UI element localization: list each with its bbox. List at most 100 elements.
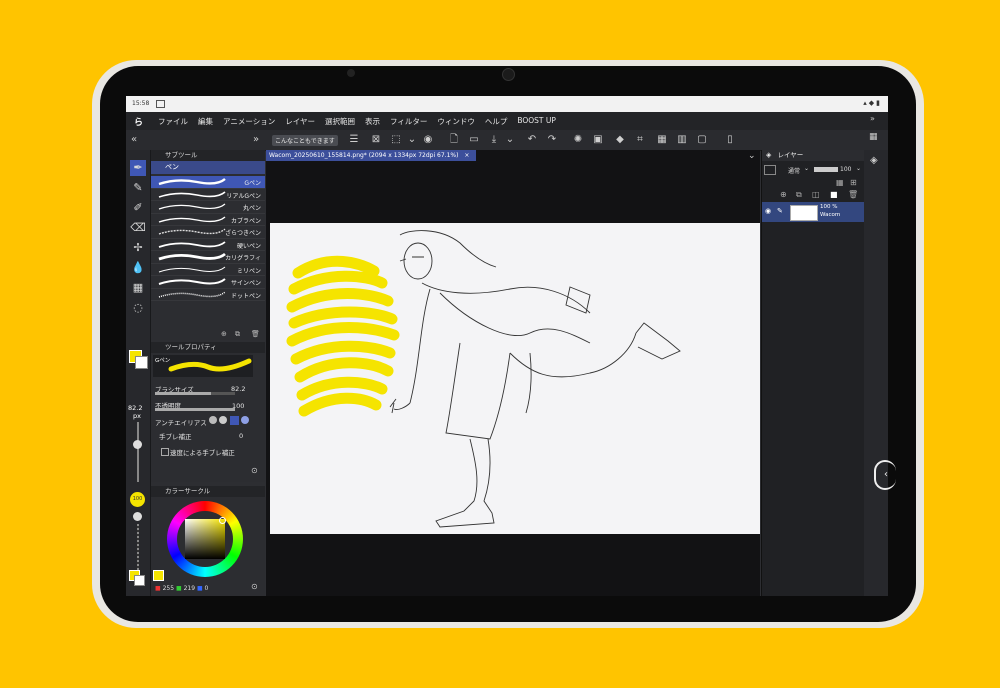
sub-color-swatch-small[interactable]	[134, 575, 145, 586]
redo-icon[interactable]: ↷	[546, 134, 558, 146]
menu-item-file[interactable]: ファイル	[158, 116, 188, 127]
app-logo-icon[interactable]: ら	[134, 115, 143, 128]
menu-item-animation[interactable]: アニメーション	[223, 116, 275, 127]
opacity-slider-knob[interactable]	[133, 512, 142, 521]
deselect-icon[interactable]: ▢	[696, 134, 708, 146]
brush-item-real-g-pen[interactable]: リアルGペン	[151, 189, 265, 201]
lasso-icon[interactable]: ◌	[130, 300, 146, 316]
undo-icon[interactable]: ↶	[526, 134, 538, 146]
menu-item-view[interactable]: 表示	[365, 116, 380, 127]
opacity-bar[interactable]	[155, 408, 235, 411]
hamburger-menu-icon[interactable]: ☰	[348, 134, 360, 146]
layer-opacity-value[interactable]: 100	[840, 166, 851, 173]
antialias-strong-icon[interactable]	[241, 416, 249, 424]
eraser-icon[interactable]: ⌫	[130, 220, 146, 236]
color-picker-knob[interactable]	[219, 517, 226, 524]
chevron-down-icon[interactable]: ⌄	[804, 165, 809, 172]
chevron-down-icon[interactable]: ⌄	[504, 134, 516, 146]
saturation-value-square[interactable]	[185, 519, 225, 559]
select-all-icon[interactable]: ▥	[676, 134, 688, 146]
opacity-slider[interactable]	[137, 524, 139, 574]
marker-icon[interactable]: ✐	[130, 200, 146, 216]
blend-mode-select[interactable]: 通常	[788, 166, 800, 175]
eye-icon[interactable]: ◉	[422, 134, 434, 146]
trash-icon[interactable]: 🗑	[848, 190, 858, 199]
menu-item-window[interactable]: ウィンドウ	[437, 116, 475, 127]
antialias-none-icon[interactable]	[209, 416, 217, 424]
add-icon[interactable]: ⊕	[221, 330, 227, 338]
chevron-down-icon[interactable]: ⌄	[748, 151, 756, 161]
pen-icon[interactable]: ✒	[130, 160, 146, 176]
menu-item-boost-up[interactable]: BOOST UP	[517, 116, 556, 127]
pen-icon[interactable]: ✎	[777, 207, 783, 215]
new-canvas-icon[interactable]: ⊠	[370, 134, 382, 146]
fill-icon[interactable]: 💧	[130, 260, 146, 276]
settings-icon[interactable]: ⊙	[251, 582, 258, 591]
pencil-icon[interactable]: ✎	[130, 180, 146, 196]
brush-item-kabura-pen[interactable]: カブラペン	[151, 214, 265, 226]
brush-item-g-pen[interactable]: Gペン	[151, 176, 265, 189]
stabilize-value[interactable]: 0	[239, 432, 243, 440]
menu-item-help[interactable]: ヘルプ	[485, 116, 508, 127]
brush-item-milli-pen[interactable]: ミリペン	[151, 264, 265, 276]
brush-item-round-pen[interactable]: 丸ペン	[151, 201, 265, 214]
document-tab[interactable]: Wacom_20250610_155814.png* (2094 x 1334p…	[266, 150, 476, 161]
layer-color-icon[interactable]	[764, 165, 776, 175]
antialias-medium-icon[interactable]	[230, 416, 239, 425]
double-chevron-right-icon[interactable]: »	[250, 134, 262, 146]
brush-item-sign-pen[interactable]: サインペン	[151, 276, 265, 289]
eye-icon[interactable]: ◉	[765, 207, 771, 215]
opacity-prop-value[interactable]: 100	[232, 402, 244, 410]
tips-button[interactable]: こんなこともできます	[272, 135, 338, 146]
layer-stack-icon[interactable]: ◈	[870, 155, 878, 166]
chevron-down-icon[interactable]: ⌄	[856, 165, 861, 172]
reference-icon[interactable]: ■	[830, 190, 838, 199]
current-color-swatch[interactable]	[153, 570, 164, 581]
menu-item-selection[interactable]: 選択範囲	[325, 116, 355, 127]
subtool-group-tab[interactable]: ペン	[151, 161, 265, 174]
new-file-icon[interactable]: 🗋	[448, 134, 460, 146]
antialias-options[interactable]	[209, 416, 261, 425]
side-panel-handle[interactable]: ‹	[874, 460, 896, 490]
settings-icon[interactable]: ⊙	[251, 466, 258, 475]
drawing-canvas[interactable]	[270, 223, 760, 534]
brush-size-slider[interactable]	[137, 422, 139, 482]
trash-icon[interactable]: 🗑	[251, 330, 260, 338]
brush-item-dot-pen[interactable]: ドットペン	[151, 289, 265, 301]
menu-item-filter[interactable]: フィルター	[390, 116, 427, 127]
duplicate-icon[interactable]: ⧉	[235, 330, 240, 339]
chevron-down-icon[interactable]: ⌄	[406, 134, 418, 146]
transform-icon[interactable]: ⬚	[390, 134, 402, 146]
brush-size-bar[interactable]	[155, 392, 235, 395]
grid-icon[interactable]: ▦	[130, 280, 146, 296]
lock-icon[interactable]: ▦	[836, 178, 844, 187]
brush-item-calligraphy[interactable]: カリグラフィ	[151, 251, 265, 264]
copy-icon[interactable]: ▣	[592, 134, 604, 146]
brush-size-knob[interactable]	[133, 440, 142, 449]
loading-icon[interactable]: ✺	[572, 134, 584, 146]
opacity-slider-bar[interactable]	[814, 167, 838, 172]
double-chevron-left-icon[interactable]: «	[128, 134, 140, 146]
layer-settings-icon[interactable]: ⊞	[850, 178, 857, 187]
mask-icon[interactable]: ◫	[812, 190, 820, 199]
speed-stabilize-checkbox[interactable]	[161, 448, 169, 456]
open-folder-icon[interactable]: ▭	[468, 134, 480, 146]
crop-icon[interactable]: ⌗	[634, 134, 646, 146]
sub-color-swatch[interactable]	[135, 356, 148, 369]
save-icon[interactable]: ⤓	[488, 134, 500, 146]
move-icon[interactable]: ✢	[130, 240, 146, 256]
antialias-weak-icon[interactable]	[219, 416, 227, 424]
double-chevron-right-icon[interactable]: »	[870, 114, 875, 123]
smartphone-icon[interactable]: ▯	[724, 134, 736, 146]
expand-panel-icon[interactable]: ▦	[869, 132, 878, 142]
copy-layer-icon[interactable]: ⧉	[796, 190, 802, 200]
clear-icon[interactable]: ▦	[656, 134, 668, 146]
brush-size-prop-value[interactable]: 82.2	[231, 385, 245, 393]
new-layer-icon[interactable]: ⊕	[780, 190, 787, 199]
layer-row[interactable]: ◉ ✎ 100 % Wacom	[762, 202, 864, 222]
fill-icon[interactable]: ◆	[614, 134, 626, 146]
menu-item-layer[interactable]: レイヤー	[285, 116, 315, 127]
menu-item-edit[interactable]: 編集	[198, 116, 213, 127]
brush-item-rough-pen[interactable]: ざらつきペン	[151, 226, 265, 239]
close-icon[interactable]: ×	[464, 152, 469, 159]
